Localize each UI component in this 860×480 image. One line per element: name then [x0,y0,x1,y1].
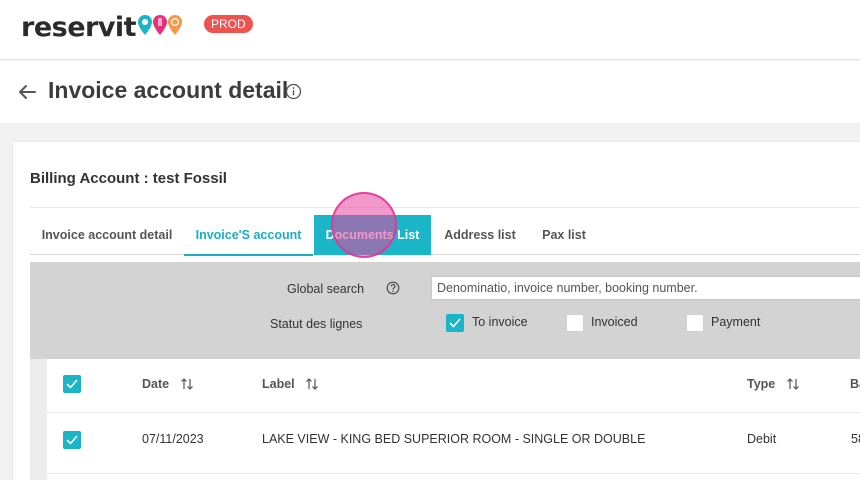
reservit-logo[interactable]: reservit [21,9,183,45]
payment-label: Payment [711,315,761,329]
row-type: Debit [747,432,777,446]
invoiced-checkbox[interactable] [566,314,584,332]
pin-icon [153,15,168,35]
column-header-label[interactable]: Label [262,377,295,391]
invoiced-label: Invoiced [591,315,638,329]
tab-documents-list[interactable]: Documents List [314,215,431,255]
table-wrapper: Date Label Type Ba 07/11/2023 LAKE VIEW … [30,359,860,480]
info-circle-icon[interactable] [285,83,302,100]
pin-icon [138,15,153,35]
check-icon [66,379,78,389]
content-card: Billing Account : test Fossil Invoice ac… [13,142,860,480]
row-date: 07/11/2023 [142,432,204,446]
sort-icon[interactable] [786,377,800,391]
tab-invoice-account-detail[interactable]: Invoice account detail [30,215,184,255]
column-header-extra[interactable]: Ba [850,377,860,391]
check-icon [66,435,78,445]
pin-icon [168,15,183,35]
logo-text: reservit [21,11,137,43]
tab-invoices-account[interactable]: Invoice'S account [184,215,313,256]
row-extra: 58 [851,432,860,446]
top-bar: reservit PROD [0,0,860,60]
payment-checkbox[interactable] [686,314,704,332]
line-status-label: Statut des lignes [270,317,363,331]
to-invoice-checkbox[interactable] [446,314,464,332]
sort-icon[interactable] [305,377,319,391]
to-invoice-label: To invoice [472,315,528,329]
sort-icon[interactable] [180,377,194,391]
check-icon [449,318,461,328]
column-header-date[interactable]: Date [142,377,169,391]
invoice-lines-table: Date Label Type Ba 07/11/2023 LAKE VIEW … [47,359,860,480]
row-checkbox[interactable] [63,431,81,449]
billing-account-title: Billing Account : test Fossil [30,170,227,187]
page-header: Invoice account detail [0,61,860,123]
global-search-label: Global search [287,282,365,296]
column-header-type[interactable]: Type [747,377,775,391]
global-search-input[interactable] [431,276,860,300]
row-divider [47,473,860,474]
tab-bar: Invoice account detail Invoice'S account… [30,215,860,256]
select-all-checkbox[interactable] [63,375,81,393]
tab-pax-list[interactable]: Pax list [529,215,599,255]
environment-badge: PROD [204,15,253,33]
filter-panel: Global search Statut des lignes To invoi… [30,262,860,359]
logo-pins [138,15,183,35]
page-title: Invoice account detail [48,77,289,103]
tab-address-list[interactable]: Address list [431,215,529,255]
row-label: LAKE VIEW - KING BED SUPERIOR ROOM - SIN… [262,432,646,446]
arrow-left-icon[interactable] [16,81,38,103]
row-divider [47,412,860,413]
divider [30,207,860,208]
help-circle-icon[interactable] [386,281,400,295]
